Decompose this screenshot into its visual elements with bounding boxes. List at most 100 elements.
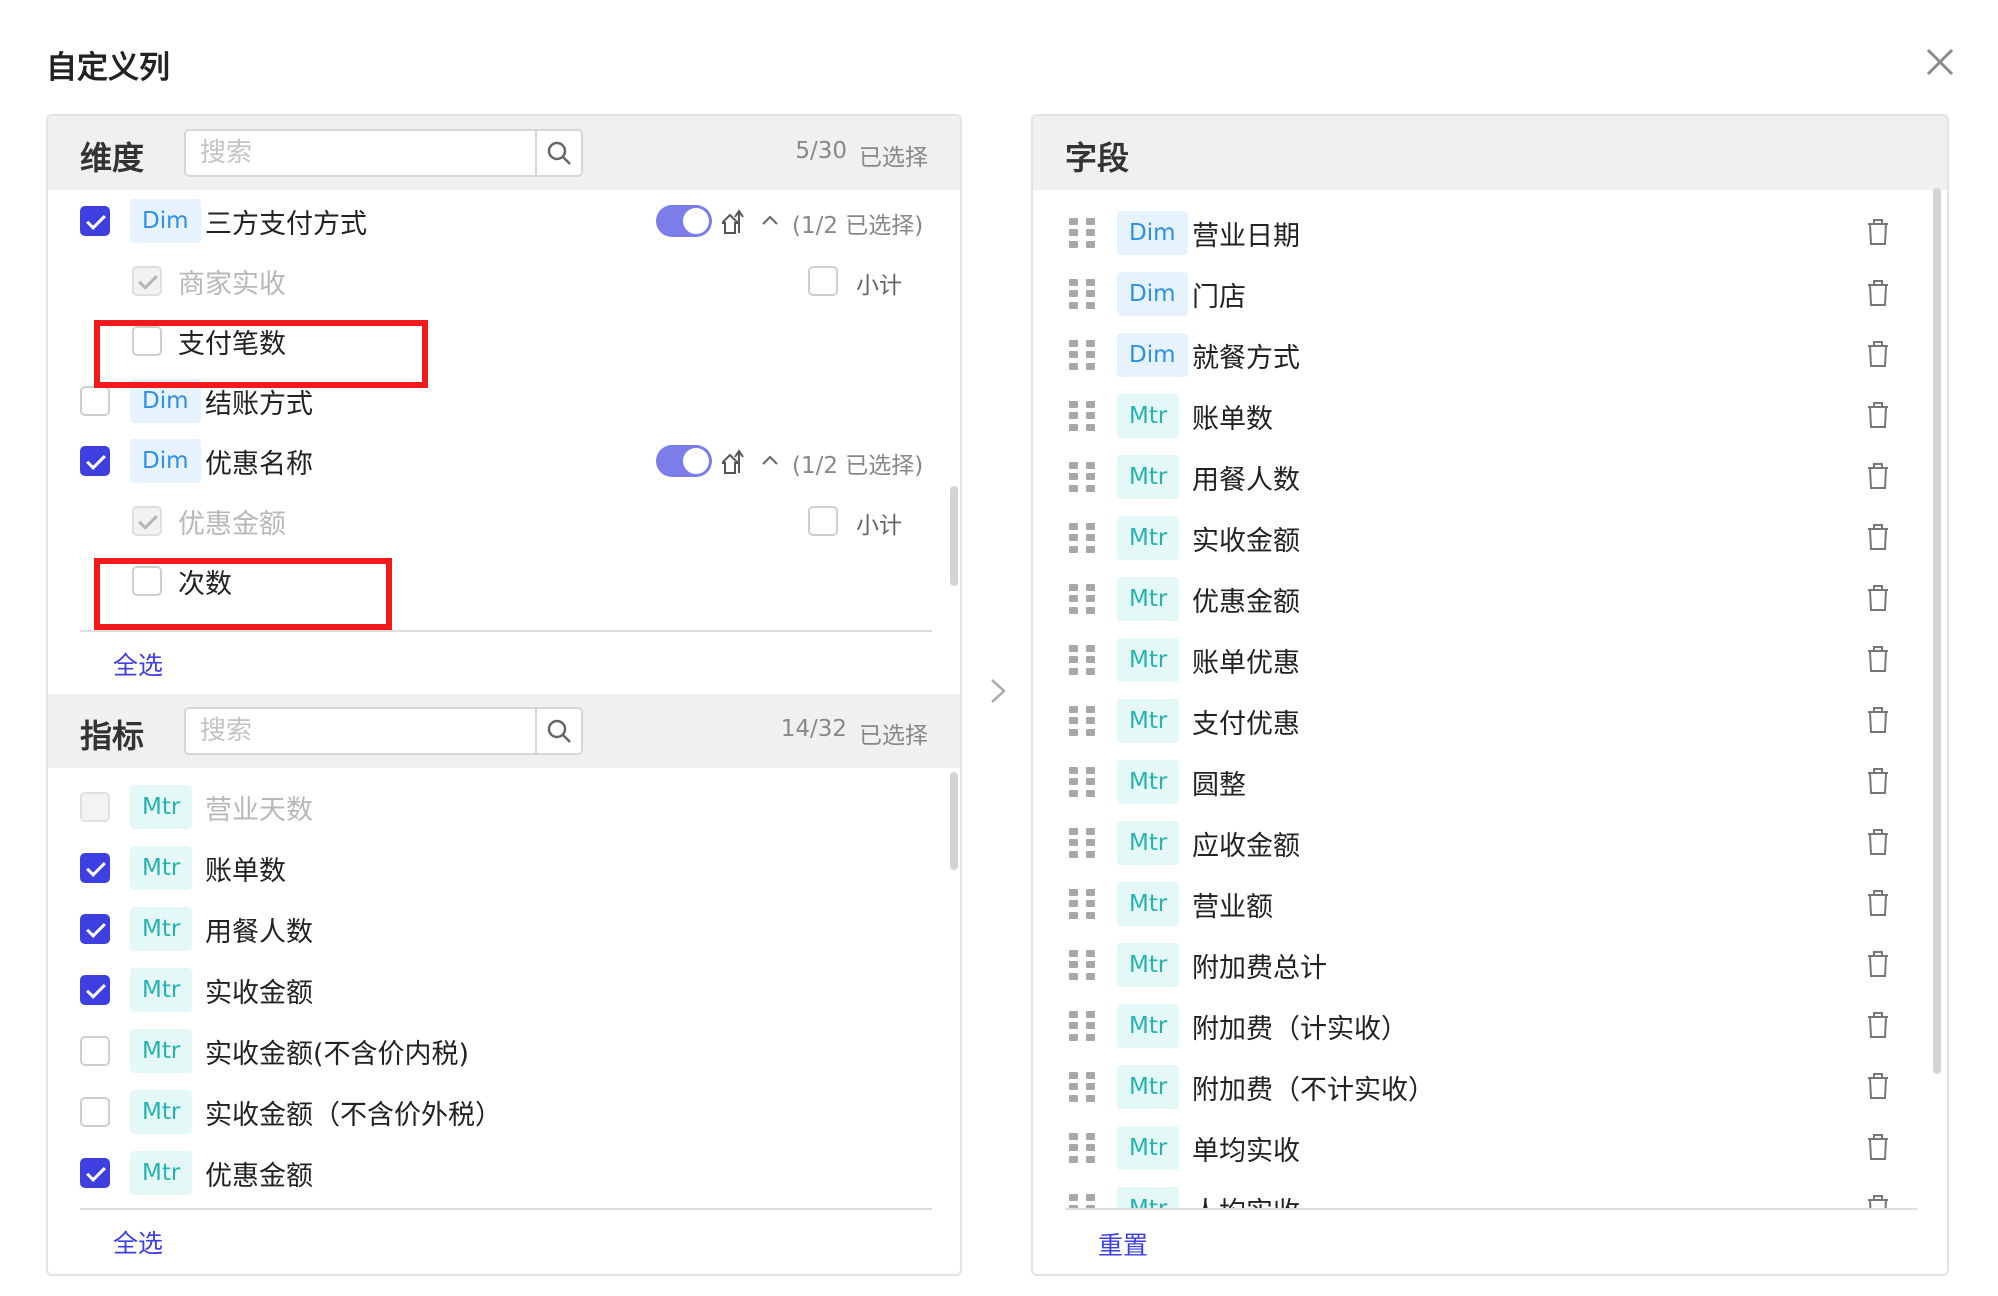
- mtr-tag: Mtr: [1117, 394, 1180, 438]
- chevron-right-icon[interactable]: [985, 675, 1011, 707]
- drag-handle-icon[interactable]: [1069, 1133, 1095, 1163]
- subtotal-checkbox[interactable]: [808, 506, 838, 536]
- field-label: 用餐人数: [1192, 465, 1300, 496]
- mtr-tag: Mtr: [130, 907, 193, 951]
- trash-icon[interactable]: [1865, 1133, 1891, 1161]
- metrics-search-input[interactable]: [186, 709, 536, 753]
- dimensions-select-all[interactable]: 全选: [113, 646, 163, 682]
- trash-icon[interactable]: [1865, 523, 1891, 551]
- dimensions-search-button[interactable]: [535, 131, 581, 175]
- metric-row: Mtr 实收金额: [48, 951, 960, 1012]
- drag-handle-icon[interactable]: [1069, 523, 1095, 553]
- fields-scrollbar[interactable]: [1933, 188, 1941, 1074]
- mtr-tag: Mtr: [1117, 821, 1180, 865]
- drag-handle-icon[interactable]: [1069, 584, 1095, 614]
- drag-handle-icon[interactable]: [1069, 1194, 1095, 1208]
- reset-button[interactable]: 重置: [1098, 1226, 1148, 1262]
- metric-checkbox[interactable]: [80, 1097, 110, 1127]
- drag-handle-icon[interactable]: [1069, 1072, 1095, 1102]
- close-icon: [1926, 48, 1954, 76]
- field-label: 单均实收: [1192, 1136, 1300, 1167]
- metric-label: 优惠金额: [205, 1161, 313, 1192]
- chevron-up-icon[interactable]: [760, 451, 780, 471]
- trash-icon[interactable]: [1865, 462, 1891, 490]
- trash-icon[interactable]: [1865, 340, 1891, 368]
- trash-icon[interactable]: [1865, 218, 1891, 246]
- mtr-tag: Mtr: [1117, 1126, 1180, 1170]
- dim-tag: Dim: [130, 439, 201, 483]
- trash-icon[interactable]: [1865, 950, 1891, 978]
- metric-label: 营业天数: [205, 795, 313, 826]
- field-row: Mtr 账单优惠: [1033, 629, 1947, 689]
- field-row: Mtr 用餐人数: [1033, 446, 1947, 506]
- selected-fields-panel: 字段 Dim 营业日期 Dim 门店 Dim 就餐方式 Mtr 账单数 Mtr 用餐人数 Mtr 实收…: [1031, 114, 1949, 1276]
- drag-handle-icon[interactable]: [1069, 462, 1095, 492]
- trash-icon[interactable]: [1865, 645, 1891, 673]
- drag-handle-icon[interactable]: [1069, 1011, 1095, 1041]
- metrics-select-all[interactable]: 全选: [113, 1224, 163, 1260]
- dimension-label: 优惠名称: [205, 449, 313, 480]
- expand-toggle[interactable]: [656, 445, 712, 477]
- metric-checkbox[interactable]: [80, 1158, 110, 1188]
- subtotal-label: 小计: [856, 273, 902, 299]
- trash-icon[interactable]: [1865, 828, 1891, 856]
- drag-handle-icon[interactable]: [1069, 828, 1095, 858]
- field-row: Mtr 圆整: [1033, 751, 1947, 811]
- highlight-box: [94, 558, 392, 630]
- dimensions-divider: [80, 630, 932, 632]
- trash-icon[interactable]: [1865, 767, 1891, 795]
- dimension-row: Dim 三方支付方式 (1/2 已选择): [48, 190, 960, 250]
- trash-icon[interactable]: [1865, 889, 1891, 917]
- field-label: 账单数: [1192, 404, 1273, 435]
- field-row: Mtr 营业额: [1033, 873, 1947, 933]
- metrics-search-button[interactable]: [535, 709, 581, 753]
- trash-icon[interactable]: [1865, 1011, 1891, 1039]
- metric-row: Mtr 用餐人数: [48, 890, 960, 951]
- mtr-tag: Mtr: [130, 968, 193, 1012]
- field-row: Mtr 人均实收: [1033, 1178, 1947, 1208]
- mtr-tag: Mtr: [1117, 577, 1180, 621]
- metric-row: Mtr 实收金额(不含价内税): [48, 1012, 960, 1073]
- drag-handle-icon[interactable]: [1069, 645, 1095, 675]
- subtotal-checkbox[interactable]: [808, 266, 838, 296]
- dimensions-search-input[interactable]: [186, 131, 536, 175]
- sort-icon[interactable]: [722, 207, 750, 235]
- trash-icon[interactable]: [1865, 401, 1891, 429]
- metric-checkbox[interactable]: [80, 975, 110, 1005]
- trash-icon[interactable]: [1865, 584, 1891, 612]
- field-label: 门店: [1192, 282, 1246, 313]
- metric-label: 用餐人数: [205, 917, 313, 948]
- search-icon: [547, 141, 571, 165]
- trash-icon[interactable]: [1865, 706, 1891, 734]
- drag-handle-icon[interactable]: [1069, 950, 1095, 980]
- drag-handle-icon[interactable]: [1069, 401, 1095, 431]
- dimensions-scrollbar[interactable]: [950, 486, 958, 586]
- field-label: 附加费总计: [1192, 953, 1327, 984]
- field-row: Mtr 优惠金额: [1033, 568, 1947, 628]
- sort-icon[interactable]: [722, 447, 750, 475]
- drag-handle-icon[interactable]: [1069, 279, 1095, 309]
- dimension-checkbox[interactable]: [80, 446, 110, 476]
- drag-handle-icon[interactable]: [1069, 706, 1095, 736]
- trash-icon[interactable]: [1865, 1194, 1891, 1208]
- drag-handle-icon[interactable]: [1069, 889, 1095, 919]
- drag-handle-icon[interactable]: [1069, 218, 1095, 248]
- metric-checkbox[interactable]: [80, 853, 110, 883]
- expand-toggle[interactable]: [656, 205, 712, 237]
- trash-icon[interactable]: [1865, 1072, 1891, 1100]
- dim-tag: Dim: [1117, 211, 1188, 255]
- chevron-up-icon[interactable]: [760, 211, 780, 231]
- available-columns-panel: 维度 5/30 已选择 Dim 三方支付方式: [46, 114, 962, 1276]
- metrics-scrollbar[interactable]: [950, 772, 958, 870]
- field-label: 实收金额: [1192, 526, 1300, 557]
- dimension-checkbox[interactable]: [80, 206, 110, 236]
- close-button[interactable]: [1916, 38, 1964, 86]
- drag-handle-icon[interactable]: [1069, 767, 1095, 797]
- metric-checkbox[interactable]: [80, 914, 110, 944]
- field-label: 附加费（不计实收）: [1192, 1075, 1435, 1106]
- metric-checkbox[interactable]: [80, 1036, 110, 1066]
- dimension-checkbox[interactable]: [80, 386, 110, 416]
- metric-row: Mtr 营业天数: [48, 768, 960, 829]
- trash-icon[interactable]: [1865, 279, 1891, 307]
- drag-handle-icon[interactable]: [1069, 340, 1095, 370]
